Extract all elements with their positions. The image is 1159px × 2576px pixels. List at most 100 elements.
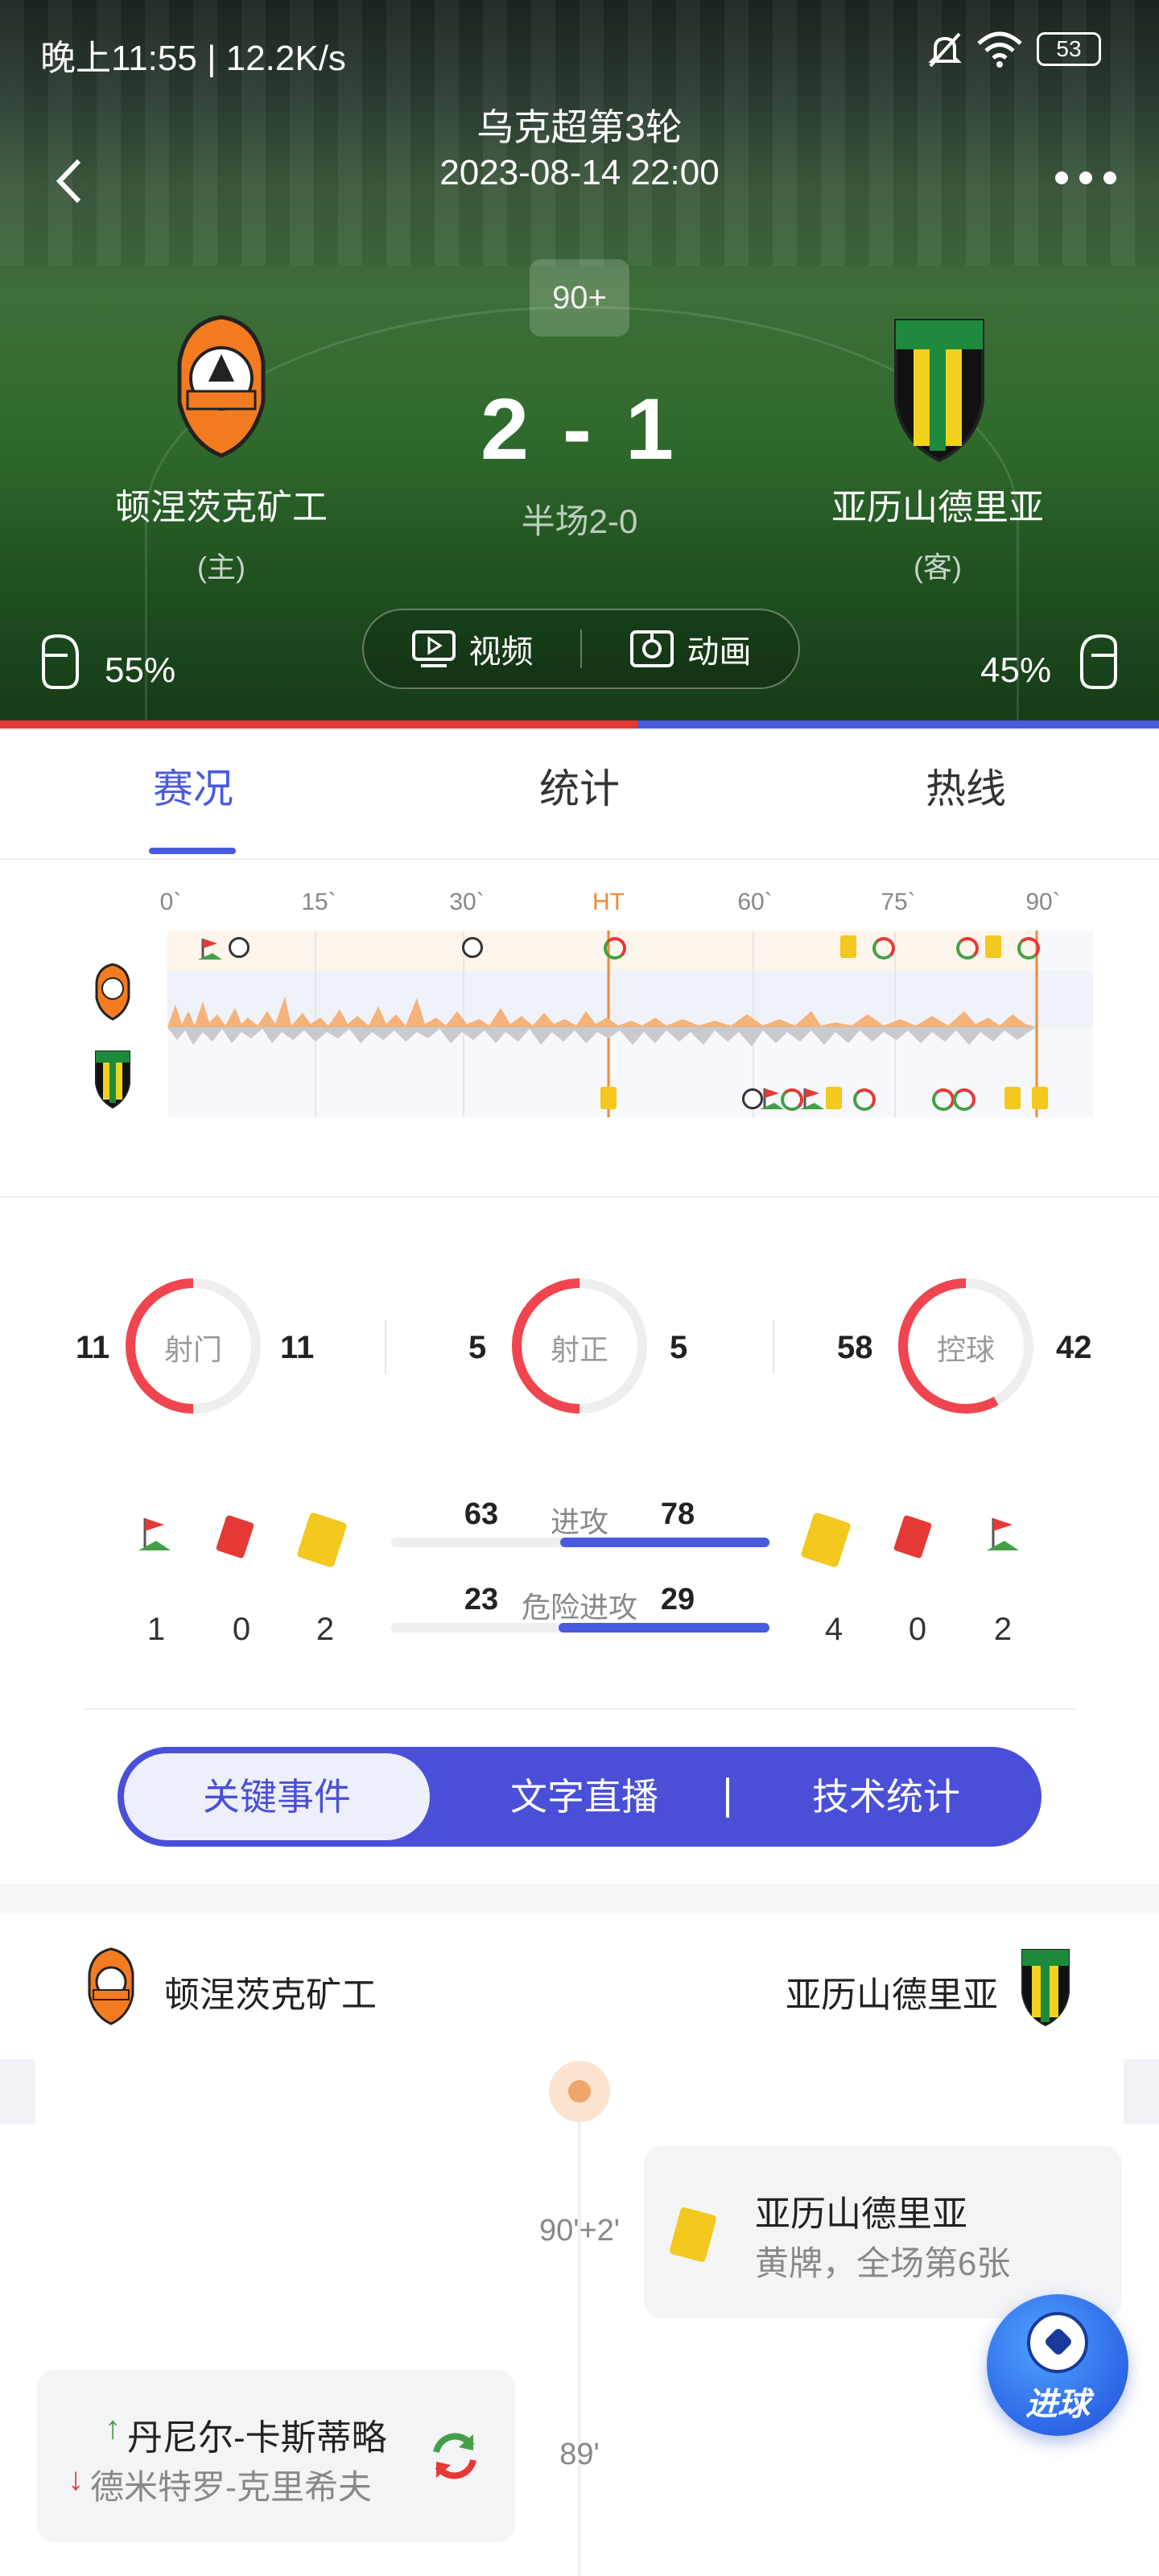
away-yellow-card-icon	[800, 1512, 852, 1568]
halftime-score: 半场2-0	[521, 502, 638, 540]
substitution-icon	[956, 937, 979, 960]
shots-label: 射门	[163, 1333, 222, 1366]
league-round: 乌克超第3轮	[476, 106, 683, 148]
video-button[interactable]: 视频	[364, 610, 580, 687]
timeline-edge-left	[0, 2059, 35, 2124]
home-team-name[interactable]: 顿涅茨克矿工	[60, 478, 382, 530]
match-minute-badge: 90+	[530, 259, 629, 336]
substitution-icon	[1017, 937, 1040, 960]
substitution-icon	[872, 937, 895, 960]
away-team-name[interactable]: 亚历山德里亚	[777, 478, 1099, 530]
home-possession-pct: 55%	[105, 650, 176, 690]
event-title: 亚历山德里亚	[755, 2194, 967, 2234]
sub-in-player: 丹尼尔-卡斯蒂略	[127, 2418, 387, 2458]
substitution-icon	[604, 937, 626, 960]
section-gap	[0, 1884, 1159, 1913]
events-away-logo	[1019, 1945, 1072, 2029]
timeline-start-marker	[549, 2061, 610, 2122]
timeline-tick: 60`	[737, 889, 773, 915]
on-target-away-value: 5	[670, 1330, 688, 1365]
possession-label: 控球	[936, 1333, 995, 1366]
shots-away-value: 11	[280, 1330, 315, 1365]
event-time: 89'	[559, 2438, 600, 2471]
wifi-icon	[975, 29, 1024, 71]
attack-away-value: 78	[660, 1497, 695, 1531]
video-label: 视频	[468, 634, 534, 670]
home-yellow-count: 2	[316, 1612, 335, 1647]
section-divider	[84, 1708, 1075, 1710]
home-team-mini-logo	[95, 963, 130, 1021]
home-red-count: 0	[232, 1612, 251, 1647]
tab-hotline[interactable]: 热线	[845, 757, 1087, 815]
animation-icon	[629, 630, 674, 667]
events-home-logo	[87, 1946, 135, 2027]
timeline-tick: 90`	[1025, 889, 1061, 915]
goal-ball-icon	[462, 937, 483, 958]
away-yellow-count: 4	[824, 1612, 843, 1647]
yellow-card-icon	[669, 2207, 717, 2263]
sub-out-arrow-icon: ↓	[68, 2462, 84, 2497]
home-team-logo[interactable]	[173, 314, 270, 459]
timeline-tick: 30`	[449, 889, 485, 915]
possession-home-value: 58	[837, 1330, 873, 1365]
battery-icon: 53	[1037, 32, 1101, 66]
event-card-yellow[interactable]: 亚历山德里亚 黄牌，全场第6张	[644, 2146, 1122, 2318]
match-datetime: 2023-08-14 22:00	[439, 153, 720, 192]
events-away-name: 亚历山德里亚	[786, 1975, 998, 2015]
back-button[interactable]	[48, 153, 89, 209]
home-team-role: (主)	[197, 551, 245, 584]
animation-button[interactable]: 动画	[582, 610, 798, 687]
home-possession-icon	[35, 631, 85, 692]
attack-label: 进攻	[550, 1505, 608, 1538]
timeline-tick: 0`	[159, 889, 182, 915]
mute-bell-icon	[924, 29, 966, 71]
substitution-icon	[932, 1088, 955, 1111]
possession-away-value: 42	[1056, 1330, 1092, 1365]
substitution-icon	[427, 2428, 483, 2484]
home-corners-count: 1	[146, 1612, 166, 1647]
away-corners-count: 2	[993, 1612, 1013, 1647]
dangerous-away-bar	[559, 1623, 769, 1633]
dangerous-away-value: 29	[660, 1583, 695, 1616]
away-corner-icon	[987, 1515, 1022, 1555]
timeline-tick: 15`	[301, 889, 336, 915]
attack-away-bar	[560, 1538, 769, 1547]
score: 2 - 1	[480, 380, 679, 477]
segment-text-live[interactable]: 文字直播	[431, 1747, 737, 1847]
yellow-card-icon	[826, 1087, 842, 1109]
goal-fab-button[interactable]: 进球	[987, 2294, 1128, 2436]
momentum-chart	[167, 931, 1093, 1117]
home-yellow-card-icon	[296, 1512, 348, 1568]
segment-tech-stats[interactable]: 技术统计	[737, 1747, 1035, 1847]
on-target-home-value: 5	[468, 1330, 487, 1365]
event-card-substitution[interactable]: ↑ 丹尼尔-卡斯蒂略 ↓ 德米特罗-克里希夫	[37, 2370, 515, 2542]
away-team-mini-logo	[93, 1048, 132, 1109]
timeline-tick: 75`	[881, 889, 916, 915]
event-view-switch: 关键事件 文字直播 技术统计	[118, 1747, 1041, 1847]
status-time-speed: 晚上11:55 | 12.2K/s	[40, 39, 346, 78]
timeline-edge-right	[1124, 2059, 1159, 2124]
dangerous-label: 危险进攻	[521, 1591, 637, 1624]
substitution-icon	[853, 1088, 876, 1111]
away-team-logo[interactable]	[889, 312, 989, 465]
momentum-graph	[167, 931, 1038, 1117]
media-buttons: 视频 动画	[362, 609, 800, 689]
active-tab-indicator	[149, 848, 236, 854]
event-time: 90'+2'	[538, 2214, 621, 2248]
timeline-tick-halftime: HT	[592, 889, 625, 915]
more-icon[interactable]	[1050, 166, 1122, 190]
segment-key-events[interactable]: 关键事件	[124, 1747, 430, 1847]
animation-label: 动画	[687, 634, 752, 670]
segment-separator	[726, 1777, 729, 1818]
event-desc: 黄牌，全场第6张	[755, 2244, 1011, 2282]
away-red-card-icon	[893, 1514, 934, 1559]
video-icon	[411, 630, 456, 667]
away-team-role: (客)	[914, 551, 962, 584]
on-target-label: 射正	[550, 1333, 608, 1366]
tab-stats[interactable]: 统计	[459, 757, 700, 815]
tab-live[interactable]: 赛况	[72, 757, 314, 815]
home-red-card-icon	[215, 1514, 256, 1559]
goal-ball-icon	[229, 937, 250, 958]
stat-separator	[385, 1320, 386, 1373]
home-possession-bar	[0, 720, 637, 729]
